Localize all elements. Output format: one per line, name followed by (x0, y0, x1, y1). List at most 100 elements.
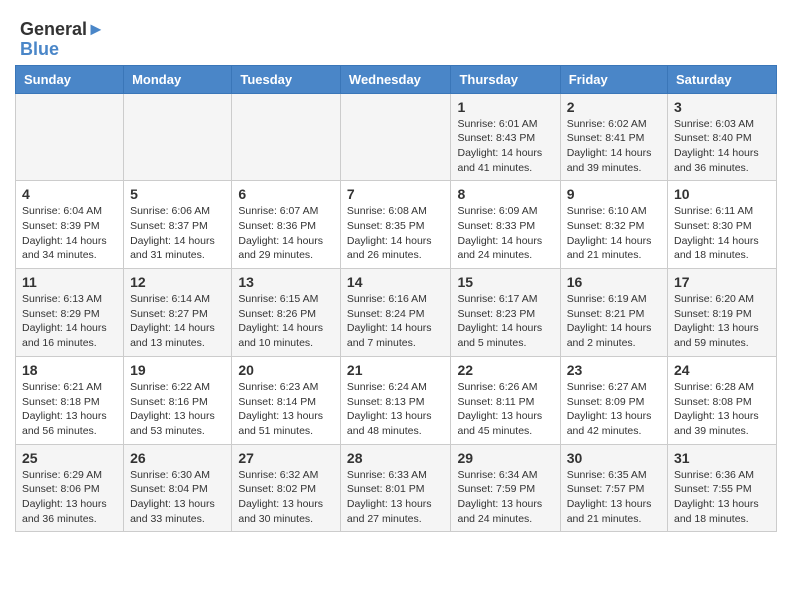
calendar-cell (16, 93, 124, 181)
day-number: 27 (238, 450, 334, 466)
day-info: Sunrise: 6:22 AM Sunset: 8:16 PM Dayligh… (130, 380, 225, 439)
weekday-header-saturday: Saturday (668, 65, 777, 93)
day-number: 15 (457, 274, 553, 290)
calendar-cell: 9 Sunrise: 6:10 AM Sunset: 8:32 PM Daylig… (560, 181, 667, 269)
calendar-cell: 19 Sunrise: 6:22 AM Sunset: 8:16 PM Dayli… (124, 356, 232, 444)
day-number: 1 (457, 99, 553, 115)
calendar-week-row: 25 Sunrise: 6:29 AM Sunset: 8:06 PM Dayli… (16, 444, 777, 532)
calendar-cell: 5 Sunrise: 6:06 AM Sunset: 8:37 PM Daylig… (124, 181, 232, 269)
day-number: 29 (457, 450, 553, 466)
calendar-cell: 31Sunrise: 6:36 AM Sunset: 7:55 PM Dayli… (668, 444, 777, 532)
day-info: Sunrise: 6:29 AM Sunset: 8:06 PM Dayligh… (22, 468, 117, 527)
weekday-header-friday: Friday (560, 65, 667, 93)
weekday-header-wednesday: Wednesday (340, 65, 451, 93)
calendar-cell: 26Sunrise: 6:30 AM Sunset: 8:04 PM Dayli… (124, 444, 232, 532)
calendar-cell: 30 Sunrise: 6:35 AM Sunset: 7:57 PM Dayli… (560, 444, 667, 532)
day-info: Sunrise: 6:03 AM Sunset: 8:40 PM Dayligh… (674, 117, 770, 176)
day-info: Sunrise: 6:07 AM Sunset: 8:36 PM Dayligh… (238, 204, 334, 263)
calendar-cell: 27Sunrise: 6:32 AM Sunset: 8:02 PM Dayli… (232, 444, 341, 532)
day-number: 12 (130, 274, 225, 290)
calendar-cell: 25 Sunrise: 6:29 AM Sunset: 8:06 PM Dayli… (16, 444, 124, 532)
day-info: Sunrise: 6:11 AM Sunset: 8:30 PM Dayligh… (674, 204, 770, 263)
calendar-cell: 10 Sunrise: 6:11 AM Sunset: 8:30 PM Dayli… (668, 181, 777, 269)
calendar-cell: 7Sunrise: 6:08 AM Sunset: 8:35 PM Daylig… (340, 181, 451, 269)
day-number: 9 (567, 186, 661, 202)
day-info: Sunrise: 6:24 AM Sunset: 8:13 PM Dayligh… (347, 380, 445, 439)
day-number: 17 (674, 274, 770, 290)
calendar-cell: 3 Sunrise: 6:03 AM Sunset: 8:40 PM Daylig… (668, 93, 777, 181)
day-number: 16 (567, 274, 661, 290)
calendar-week-row: 4 Sunrise: 6:04 AM Sunset: 8:39 PM Daylig… (16, 181, 777, 269)
day-number: 23 (567, 362, 661, 378)
calendar-cell: 23Sunrise: 6:27 AM Sunset: 8:09 PM Dayli… (560, 356, 667, 444)
calendar-week-row: 11 Sunrise: 6:13 AM Sunset: 8:29 PM Dayli… (16, 269, 777, 357)
day-number: 31 (674, 450, 770, 466)
calendar-cell (340, 93, 451, 181)
calendar-container: SundayMondayTuesdayWednesdayThursdayFrid… (10, 65, 782, 543)
day-number: 14 (347, 274, 445, 290)
calendar-cell: 22 Sunrise: 6:26 AM Sunset: 8:11 PM Dayli… (451, 356, 560, 444)
logo-line2: Blue (20, 40, 105, 60)
calendar-cell: 15 Sunrise: 6:17 AM Sunset: 8:23 PM Dayli… (451, 269, 560, 357)
day-number: 25 (22, 450, 117, 466)
day-number: 30 (567, 450, 661, 466)
weekday-header-thursday: Thursday (451, 65, 560, 93)
day-info: Sunrise: 6:04 AM Sunset: 8:39 PM Dayligh… (22, 204, 117, 263)
weekday-header-tuesday: Tuesday (232, 65, 341, 93)
page-header: General► Blue (10, 10, 782, 65)
day-info: Sunrise: 6:02 AM Sunset: 8:41 PM Dayligh… (567, 117, 661, 176)
calendar-cell: 14 Sunrise: 6:16 AM Sunset: 8:24 PM Dayli… (340, 269, 451, 357)
calendar-cell: 18Sunrise: 6:21 AM Sunset: 8:18 PM Dayli… (16, 356, 124, 444)
day-info: Sunrise: 6:28 AM Sunset: 8:08 PM Dayligh… (674, 380, 770, 439)
calendar-cell (232, 93, 341, 181)
calendar-cell: 29Sunrise: 6:34 AM Sunset: 7:59 PM Dayli… (451, 444, 560, 532)
day-info: Sunrise: 6:14 AM Sunset: 8:27 PM Dayligh… (130, 292, 225, 351)
day-info: Sunrise: 6:06 AM Sunset: 8:37 PM Dayligh… (130, 204, 225, 263)
day-info: Sunrise: 6:10 AM Sunset: 8:32 PM Dayligh… (567, 204, 661, 263)
weekday-header-sunday: Sunday (16, 65, 124, 93)
day-info: Sunrise: 6:09 AM Sunset: 8:33 PM Dayligh… (457, 204, 553, 263)
calendar-table: SundayMondayTuesdayWednesdayThursdayFrid… (15, 65, 777, 533)
day-info: Sunrise: 6:23 AM Sunset: 8:14 PM Dayligh… (238, 380, 334, 439)
day-info: Sunrise: 6:35 AM Sunset: 7:57 PM Dayligh… (567, 468, 661, 527)
calendar-cell: 13 Sunrise: 6:15 AM Sunset: 8:26 PM Dayli… (232, 269, 341, 357)
calendar-cell: 2 Sunrise: 6:02 AM Sunset: 8:41 PM Daylig… (560, 93, 667, 181)
calendar-cell: 4 Sunrise: 6:04 AM Sunset: 8:39 PM Daylig… (16, 181, 124, 269)
calendar-cell: 12 Sunrise: 6:14 AM Sunset: 8:27 PM Dayli… (124, 269, 232, 357)
logo: General► Blue (20, 20, 105, 60)
day-number: 4 (22, 186, 117, 202)
day-info: Sunrise: 6:13 AM Sunset: 8:29 PM Dayligh… (22, 292, 117, 351)
calendar-cell: 21Sunrise: 6:24 AM Sunset: 8:13 PM Dayli… (340, 356, 451, 444)
weekday-header-monday: Monday (124, 65, 232, 93)
day-number: 11 (22, 274, 117, 290)
day-info: Sunrise: 6:20 AM Sunset: 8:19 PM Dayligh… (674, 292, 770, 351)
calendar-cell: 20 Sunrise: 6:23 AM Sunset: 8:14 PM Dayli… (232, 356, 341, 444)
calendar-week-row: 1 Sunrise: 6:01 AM Sunset: 8:43 PM Daylig… (16, 93, 777, 181)
day-number: 19 (130, 362, 225, 378)
day-number: 7 (347, 186, 445, 202)
day-number: 6 (238, 186, 334, 202)
day-number: 22 (457, 362, 553, 378)
calendar-cell: 8 Sunrise: 6:09 AM Sunset: 8:33 PM Daylig… (451, 181, 560, 269)
day-info: Sunrise: 6:30 AM Sunset: 8:04 PM Dayligh… (130, 468, 225, 527)
day-info: Sunrise: 6:15 AM Sunset: 8:26 PM Dayligh… (238, 292, 334, 351)
day-info: Sunrise: 6:16 AM Sunset: 8:24 PM Dayligh… (347, 292, 445, 351)
calendar-cell: 11 Sunrise: 6:13 AM Sunset: 8:29 PM Dayli… (16, 269, 124, 357)
day-number: 13 (238, 274, 334, 290)
day-info: Sunrise: 6:19 AM Sunset: 8:21 PM Dayligh… (567, 292, 661, 351)
day-number: 5 (130, 186, 225, 202)
calendar-cell: 6 Sunrise: 6:07 AM Sunset: 8:36 PM Daylig… (232, 181, 341, 269)
day-number: 8 (457, 186, 553, 202)
day-number: 20 (238, 362, 334, 378)
day-number: 2 (567, 99, 661, 115)
day-info: Sunrise: 6:01 AM Sunset: 8:43 PM Dayligh… (457, 117, 553, 176)
calendar-week-row: 18Sunrise: 6:21 AM Sunset: 8:18 PM Dayli… (16, 356, 777, 444)
day-info: Sunrise: 6:26 AM Sunset: 8:11 PM Dayligh… (457, 380, 553, 439)
day-info: Sunrise: 6:17 AM Sunset: 8:23 PM Dayligh… (457, 292, 553, 351)
day-info: Sunrise: 6:33 AM Sunset: 8:01 PM Dayligh… (347, 468, 445, 527)
day-number: 24 (674, 362, 770, 378)
calendar-cell: 28Sunrise: 6:33 AM Sunset: 8:01 PM Dayli… (340, 444, 451, 532)
day-number: 3 (674, 99, 770, 115)
day-number: 10 (674, 186, 770, 202)
calendar-cell (124, 93, 232, 181)
